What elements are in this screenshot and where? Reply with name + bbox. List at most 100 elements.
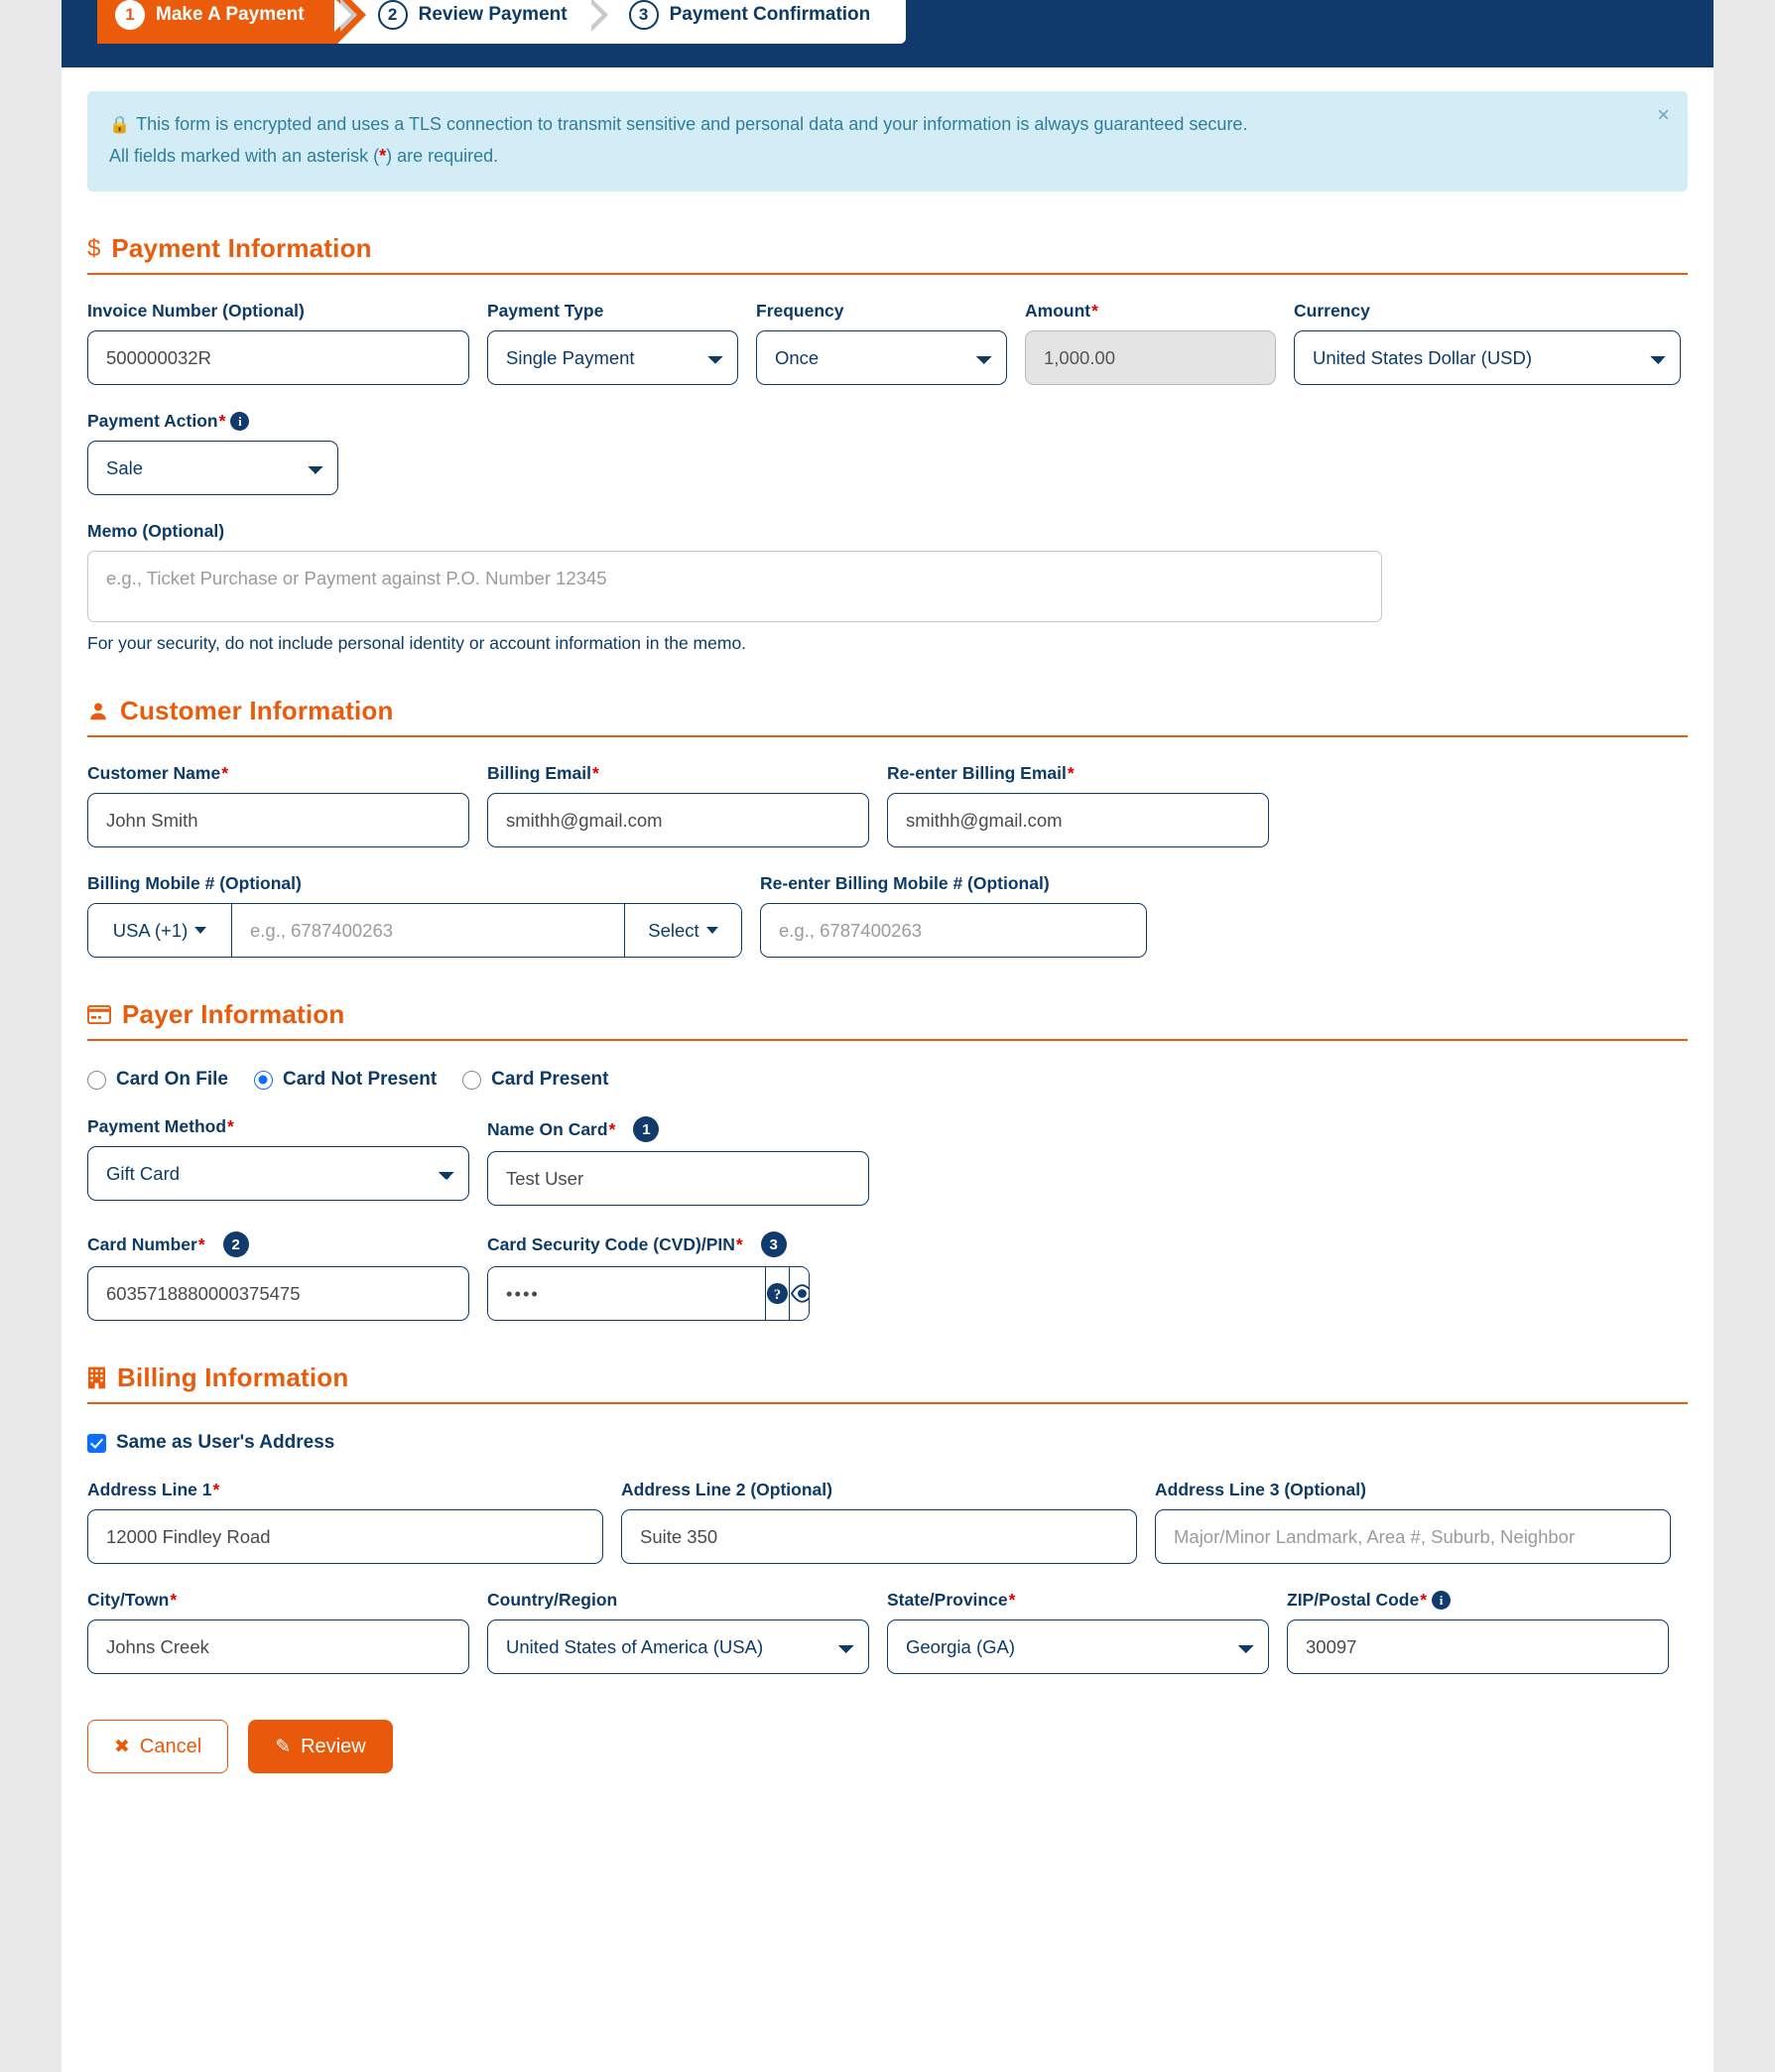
name-on-card-input[interactable] [487,1151,869,1206]
field-card-number: Card Number * 2 [87,1231,469,1321]
user-icon [87,701,109,722]
field-reenter-billing-mobile: Re-enter Billing Mobile # (Optional) [760,873,1147,958]
review-button[interactable]: ✎ Review [248,1720,393,1773]
customer-row-2: Billing Mobile # (Optional) USA (+1) Sel… [87,873,1688,958]
step-chevron-2 [584,0,615,44]
section-header-billing-information: Billing Information [87,1362,1688,1404]
field-billing-mobile: Billing Mobile # (Optional) USA (+1) Sel… [87,873,742,958]
field-country-region: Country/Region United States of America … [487,1590,869,1674]
zip-postal-code-input[interactable] [1287,1619,1669,1674]
step-payment-confirmation[interactable]: 3 Payment Confirmation [615,0,893,44]
radio-label-card-on-file: Card On File [116,1069,228,1090]
frequency-select[interactable]: Once [756,330,1007,385]
field-payment-action: Payment Action * i Sale [87,411,338,495]
label-billing-email-text: Billing Email [487,763,592,783]
credit-card-icon [87,1005,111,1024]
billing-row-1: Address Line 1* Address Line 2 (Optional… [87,1480,1688,1564]
section-title-payer-information: Payer Information [122,999,345,1029]
field-amount: Amount * [1025,301,1276,385]
label-address-line-3: Address Line 3 (Optional) [1155,1480,1366,1499]
section-title-billing-information: Billing Information [117,1362,349,1392]
security-notice-alert: × 🔒 This form is encrypted and uses a TLS… [87,91,1688,192]
step-2-number: 2 [377,0,408,30]
step-2-label: Review Payment [418,4,568,25]
radio-card-not-present[interactable]: Card Not Present [253,1069,438,1091]
address-line-2-input[interactable] [621,1509,1137,1564]
step-review-payment[interactable]: 2 Review Payment [364,0,589,44]
label-payment-action-text: Payment Action [87,411,218,431]
step-3-label: Payment Confirmation [669,4,871,25]
customer-row-1: Customer Name* Billing Email* Re-enter B… [87,763,1688,847]
eye-icon[interactable] [789,1267,809,1320]
city-town-input[interactable] [87,1619,469,1674]
question-circle-icon[interactable]: ? [765,1267,789,1320]
amount-required-asterisk: * [1091,301,1098,321]
invoice-number-input[interactable] [87,330,469,385]
billing-email-required-asterisk: * [592,763,599,783]
label-card-number: Card Number * 2 [87,1231,469,1257]
payment-form-card: × 🔒 This form is encrypted and uses a TLS… [62,67,1713,2072]
billing-row-2: City/Town* Country/Region United States … [87,1590,1688,1674]
radio-label-card-not-present: Card Not Present [282,1069,438,1090]
label-billing-mobile: Billing Mobile # (Optional) [87,873,302,893]
reenter-billing-email-input[interactable] [887,793,1269,847]
info-icon[interactable]: i [230,412,250,431]
radio-card-on-file[interactable]: Card On File [87,1069,228,1091]
field-currency: Currency United States Dollar (USD) [1294,301,1681,385]
section-header-payer-information: Payer Information [87,999,1688,1041]
state-province-required-asterisk: * [1008,1590,1016,1610]
chevron-down-icon [705,927,718,934]
page-header-bar: 1 Make A Payment 2 Review Payment 3 Paym… [62,0,1713,67]
progress-stepper: 1 Make A Payment 2 Review Payment 3 Paym… [97,0,907,44]
billing-mobile-input[interactable] [232,904,624,957]
address-line-1-input[interactable] [87,1509,603,1564]
customer-name-input[interactable] [87,793,469,847]
field-name-on-card: Name On Card * 1 [487,1116,869,1206]
reenter-billing-mobile-input[interactable] [760,903,1147,958]
address-line-3-input[interactable] [1155,1509,1671,1564]
billing-mobile-group: USA (+1) Select [87,903,742,958]
card-number-input[interactable] [87,1266,469,1321]
billing-email-input[interactable] [487,793,869,847]
step-1-label: Make A Payment [156,4,305,25]
payment-type-select[interactable]: Single Payment [487,330,738,385]
state-province-select[interactable]: Georgia (GA) [887,1619,1269,1674]
radio-label-card-present: Card Present [491,1069,609,1090]
payment-action-select[interactable]: Sale [87,441,338,495]
info-icon[interactable]: i [1432,1591,1452,1610]
same-as-user-address-checkbox[interactable]: Same as User's Address [87,1432,1688,1454]
label-payment-method-text: Payment Method [87,1116,227,1136]
step-chevron-1 [333,0,364,44]
memo-help-text: For your security, do not include person… [87,633,747,653]
dollar-icon: $ [87,234,101,262]
country-region-select[interactable]: United States of America (USA) [487,1619,869,1674]
payment-method-select[interactable]: Gift Card [87,1146,469,1201]
payment-action-required-asterisk: * [218,411,226,431]
label-city-town: City/Town * [87,1590,469,1611]
amount-input[interactable] [1025,330,1276,385]
svg-text:?: ? [774,1287,781,1303]
checkbox-icon [87,1433,106,1453]
field-frequency: Frequency Once [756,301,1007,385]
label-zip-postal-code-text: ZIP/Postal Code [1287,1590,1420,1610]
label-payment-method: Payment Method * [87,1116,469,1137]
card-source-radio-group: Card On File Card Not Present Card Prese… [87,1069,1688,1091]
cancel-button[interactable]: ✖ Cancel [87,1720,229,1773]
radio-card-present[interactable]: Card Present [462,1069,608,1091]
mobile-select-dropdown[interactable]: Select [624,904,741,957]
close-icon[interactable]: × [1657,104,1670,126]
reenter-billing-email-required-asterisk: * [1067,763,1075,783]
card-security-code-input[interactable] [488,1267,765,1320]
field-city-town: City/Town * [87,1590,469,1674]
payer-row-1: Payment Method * Gift Card Name On Card * 1 [87,1116,1688,1206]
memo-textarea[interactable] [87,551,1382,622]
label-reenter-billing-mobile: Re-enter Billing Mobile # (Optional) [760,873,1050,893]
field-address-line-1: Address Line 1 * [87,1480,603,1564]
country-code-dropdown[interactable]: USA (+1) [88,904,232,957]
currency-select[interactable]: United States Dollar (USD) [1294,330,1681,385]
radio-icon-card-on-file [87,1070,106,1090]
section-title-customer-information: Customer Information [120,696,394,725]
step-1-number: 1 [115,0,145,30]
step-make-a-payment[interactable]: 1 Make A Payment [97,0,366,44]
payment-method-required-asterisk: * [227,1116,234,1136]
